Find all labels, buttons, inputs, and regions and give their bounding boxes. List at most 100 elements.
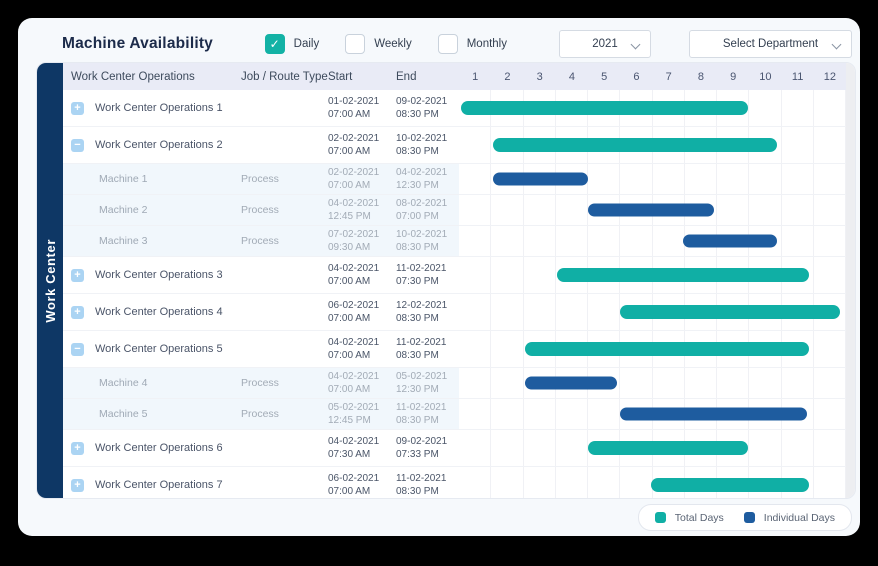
table-row: Machine 2Process04-02-202112:45 PM08-02-…	[63, 195, 846, 226]
timeline-day-header: 123456789101112	[459, 63, 846, 90]
day-label: 4	[556, 63, 588, 90]
day-label: 12	[814, 63, 846, 90]
row-end-datetime: 10-02-202108:30 PM	[396, 127, 459, 163]
total-days-bar	[525, 342, 809, 356]
row-timeline-cell	[459, 331, 846, 367]
department-select[interactable]: Select Department	[689, 30, 852, 58]
chevron-down-icon	[832, 40, 842, 50]
table-row[interactable]: +Work Center Operations 101-02-202107:00…	[63, 90, 846, 127]
end-date: 10-02-2021	[396, 228, 447, 241]
end-time: 07:33 PM	[396, 448, 439, 461]
row-name-label: Machine 1	[99, 173, 147, 185]
row-start-datetime: 02-02-202107:00 AM	[328, 164, 396, 194]
row-name-cell: −Work Center Operations 2	[63, 127, 241, 163]
gantt-rows: +Work Center Operations 101-02-202107:00…	[63, 90, 846, 499]
expand-icon[interactable]: +	[71, 479, 84, 492]
row-job-type: Process	[241, 399, 328, 429]
row-end-datetime: 09-02-202107:33 PM	[396, 430, 459, 466]
table-row[interactable]: +Work Center Operations 304-02-202107:00…	[63, 257, 846, 294]
table-row[interactable]: −Work Center Operations 2 02-02-202107:00…	[63, 127, 846, 164]
end-time: 08:30 PM	[396, 312, 439, 325]
start-time: 12:45 PM	[328, 210, 371, 223]
row-start-datetime: 07-02-202109:30 AM	[328, 226, 396, 256]
row-name-label: Work Center Operations 7	[95, 479, 223, 491]
row-name-label: Work Center Operations 4	[95, 306, 223, 318]
start-date: 07-02-2021	[328, 228, 379, 241]
collapse-icon[interactable]: −	[71, 343, 84, 356]
start-time: 07:00 AM	[328, 275, 370, 288]
row-name-cell: Machine 2	[63, 195, 241, 225]
start-time: 07:30 AM	[328, 448, 370, 461]
expand-icon[interactable]: +	[71, 306, 84, 319]
row-timeline-cell	[459, 164, 846, 194]
row-job-type: Process	[241, 195, 328, 225]
table-row[interactable]: −Work Center Operations 504-02-202107:00…	[63, 331, 846, 368]
row-name-label: Machine 5	[99, 408, 147, 420]
total-days-label: Total Days	[675, 512, 724, 524]
row-end-datetime: 10-02-202108:30 PM	[396, 226, 459, 256]
legend-item-total-days: Total Days	[655, 512, 724, 524]
row-name-cell: Machine 5	[63, 399, 241, 429]
gantt-body: Work Center Operations Job / Route Type …	[63, 63, 846, 498]
card-header: Machine Availability ✓ Daily Weekly Mont…	[18, 18, 860, 64]
start-time: 07:00 AM	[328, 349, 370, 362]
row-name-cell: Machine 1	[63, 164, 241, 194]
start-date: 02-02-2021	[328, 132, 379, 145]
end-date: 12-02-2021	[396, 299, 447, 312]
total-days-bar	[651, 478, 809, 492]
row-job-type	[241, 467, 328, 499]
monthly-checkbox[interactable]	[438, 34, 458, 54]
row-job-type: Process	[241, 368, 328, 398]
end-date: 11-02-2021	[396, 472, 446, 485]
end-time: 08:30 PM	[396, 145, 439, 158]
table-row[interactable]: +Work Center Operations 406-02-202107:00…	[63, 294, 846, 331]
end-time: 08:30 PM	[396, 485, 439, 498]
daily-filter[interactable]: ✓ Daily	[265, 34, 320, 54]
row-timeline-cell	[459, 430, 846, 466]
row-name-label: Work Center Operations 1	[95, 102, 223, 114]
weekly-label: Weekly	[374, 38, 412, 50]
end-date: 08-02-2021	[396, 197, 447, 210]
daily-checkbox[interactable]: ✓	[265, 34, 285, 54]
start-date: 04-02-2021	[328, 435, 379, 448]
start-date: 04-02-2021	[328, 370, 379, 383]
expand-icon[interactable]: +	[71, 442, 84, 455]
start-time: 07:00 AM	[328, 383, 370, 396]
table-row[interactable]: +Work Center Operations 706-02-202107:00…	[63, 467, 846, 499]
year-select[interactable]: 2021	[559, 30, 651, 58]
end-time: 08:30 PM	[396, 349, 439, 362]
row-job-type	[241, 257, 328, 293]
expand-icon[interactable]: +	[71, 269, 84, 282]
collapse-icon[interactable]: −	[71, 139, 84, 152]
end-date: 11-02-2021	[396, 336, 446, 349]
start-date: 02-02-2021	[328, 166, 379, 179]
row-start-datetime: 02-02-202107:00 AM	[328, 127, 396, 163]
row-timeline-cell	[459, 368, 846, 398]
weekly-filter[interactable]: Weekly	[345, 34, 412, 54]
column-header-start: Start	[328, 63, 396, 90]
monthly-filter[interactable]: Monthly	[438, 34, 507, 54]
vertical-scrollbar[interactable]	[846, 63, 855, 498]
end-time: 08:30 PM	[396, 241, 439, 254]
end-time: 07:30 PM	[396, 275, 439, 288]
row-end-datetime: 12-02-202108:30 PM	[396, 294, 459, 330]
end-date: 11-02-2021	[396, 262, 446, 275]
row-name-label: Work Center Operations 3	[95, 269, 223, 281]
individual-days-bar	[493, 173, 588, 186]
row-job-type	[241, 430, 328, 466]
column-header-operations: Work Center Operations	[63, 63, 241, 90]
row-timeline-cell	[459, 467, 846, 499]
total-days-bar	[461, 101, 748, 115]
total-days-bar	[588, 441, 748, 455]
end-time: 07:00 PM	[396, 210, 439, 223]
weekly-checkbox[interactable]	[345, 34, 365, 54]
individual-days-bar	[588, 204, 714, 217]
row-table-cells: +Work Center Operations 604-02-202107:30…	[63, 430, 459, 466]
table-row[interactable]: +Work Center Operations 604-02-202107:30…	[63, 430, 846, 467]
table-row: Machine 5Process05-02-202112:45 PM11-02-…	[63, 399, 846, 430]
row-job-type: Process	[241, 226, 328, 256]
department-select-value: Select Department	[723, 38, 818, 50]
row-end-datetime: 04-02-202112:30 PM	[396, 164, 459, 194]
expand-icon[interactable]: +	[71, 102, 84, 115]
table-row: Machine 3Process07-02-202109:30 AM10-02-…	[63, 226, 846, 257]
